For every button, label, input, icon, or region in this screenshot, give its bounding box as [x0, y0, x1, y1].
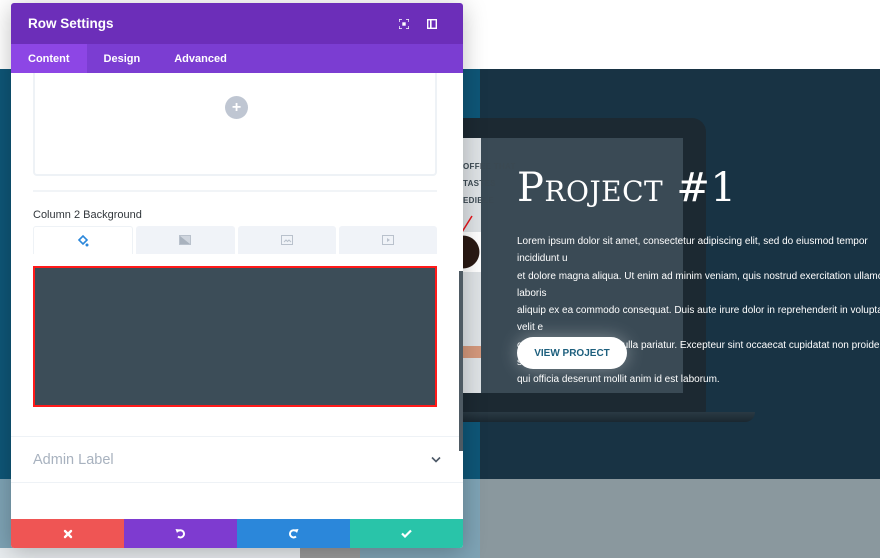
project-title: Project #1	[517, 165, 737, 211]
below-hero-light-strip	[0, 548, 300, 558]
background-video-tab[interactable]	[338, 226, 437, 254]
modal-header[interactable]: Row Settings	[11, 3, 463, 44]
section-divider	[33, 190, 437, 192]
background-type-tabs	[33, 226, 437, 256]
save-button[interactable]	[350, 519, 463, 548]
video-icon	[381, 235, 394, 245]
redo-button[interactable]	[237, 519, 350, 548]
paint-bucket-icon	[77, 234, 89, 246]
close-icon	[63, 529, 72, 538]
redo-icon	[289, 529, 299, 539]
screen-button	[463, 346, 481, 358]
undo-icon	[175, 529, 185, 539]
modal-title: Row Settings	[28, 16, 114, 31]
row-settings-modal: Row Settings Content Design Advanced + C…	[11, 3, 463, 548]
modal-scrollbar[interactable]	[459, 271, 463, 451]
split-view-icon[interactable]	[418, 14, 446, 34]
column-background-label: Column 2 Background	[33, 209, 142, 221]
tab-advanced[interactable]: Advanced	[157, 44, 244, 73]
cancel-button[interactable]	[11, 519, 124, 548]
background-color-tab[interactable]	[33, 226, 134, 254]
column-module-area: +	[33, 73, 437, 176]
plus-icon: +	[231, 98, 242, 116]
image-icon	[280, 235, 293, 245]
fullscreen-icon[interactable]	[390, 14, 418, 34]
add-module-button[interactable]: +	[225, 96, 248, 119]
admin-label-toggle[interactable]: Admin Label	[11, 437, 463, 482]
modal-footer	[11, 519, 463, 548]
view-project-button[interactable]: VIEW PROJECT	[517, 337, 627, 369]
admin-label-title: Admin Label	[33, 451, 114, 468]
background-gradient-tab[interactable]	[136, 226, 235, 254]
modal-tabs: Content Design Advanced	[11, 44, 463, 73]
modal-body[interactable]: + Column 2 Background Admin Label	[11, 73, 463, 518]
chevron-down-icon	[431, 456, 441, 463]
undo-button[interactable]	[124, 519, 237, 548]
gradient-icon	[179, 235, 192, 245]
background-image-tab[interactable]	[237, 226, 336, 254]
checkmark-icon	[401, 529, 412, 538]
tab-content[interactable]: Content	[11, 44, 87, 73]
laptop-base	[440, 412, 755, 422]
background-color-preview[interactable]	[33, 266, 437, 407]
section-divider	[11, 482, 463, 483]
tab-design[interactable]: Design	[87, 44, 158, 73]
